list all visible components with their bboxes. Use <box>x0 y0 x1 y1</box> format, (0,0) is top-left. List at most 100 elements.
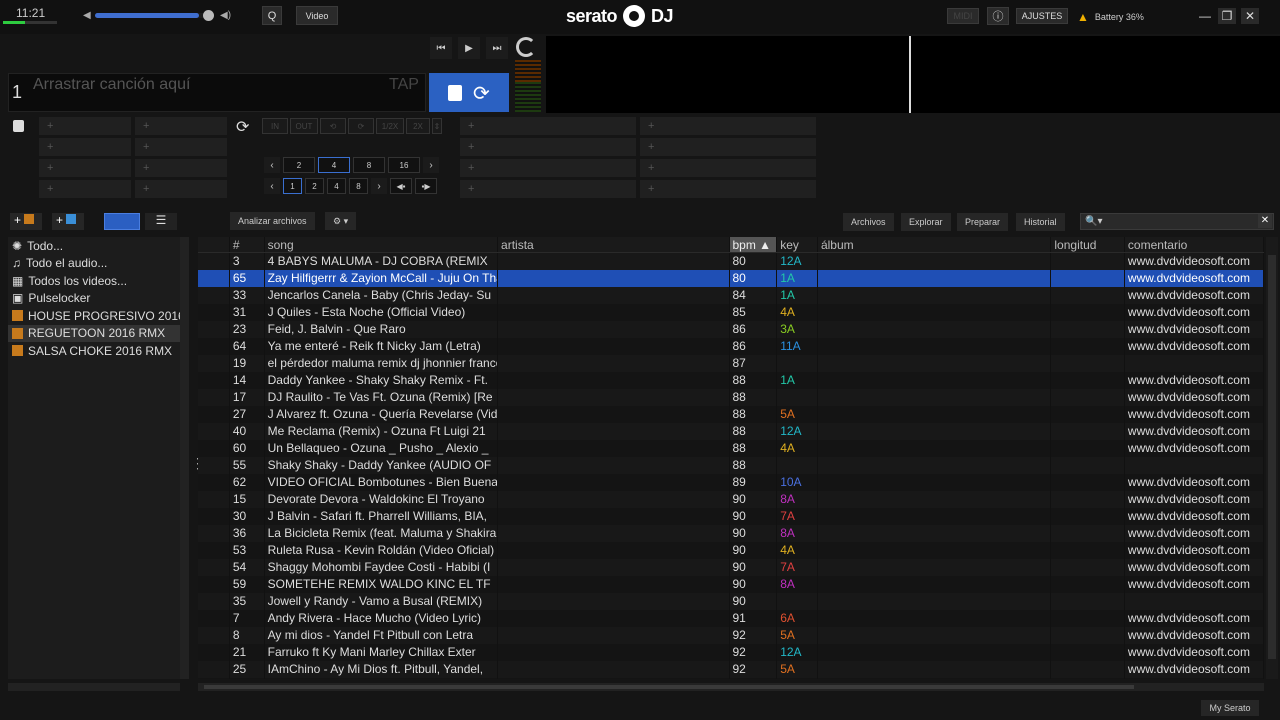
cue-slot[interactable]: + <box>39 138 131 156</box>
platter-icon[interactable] <box>516 37 536 57</box>
sampler-slot[interactable]: + <box>460 117 636 135</box>
cue-slot[interactable]: + <box>39 159 131 177</box>
beatjump-next-icon[interactable]: › <box>371 178 387 194</box>
waveform-overview[interactable] <box>546 36 1280 113</box>
sidebar-item-all-videos[interactable]: ▦ Todos los videos... <box>8 272 180 290</box>
sidebar-item-crate[interactable]: REGUETOON 2016 RMX <box>8 324 180 342</box>
minimize-button[interactable]: — <box>1196 8 1214 24</box>
sampler-slot[interactable]: + <box>640 117 816 135</box>
jump-forward-icon[interactable]: ▪▶ <box>415 178 437 194</box>
gear-icon[interactable]: ⚙ ▾ <box>325 212 357 230</box>
sync-icon[interactable]: ⟳ <box>473 81 490 106</box>
play-icon[interactable]: ▶ <box>458 37 480 59</box>
column-number[interactable]: # <box>230 237 265 252</box>
volume-up-icon[interactable]: ◀) <box>220 10 231 21</box>
files-button[interactable]: Archivos <box>843 213 894 231</box>
sidebar-item-pulselocker[interactable]: ▣ Pulselocker <box>8 290 180 308</box>
sidebar-item-all[interactable]: ✺ Todo... <box>8 237 180 255</box>
reloop-button[interactable]: ⟲ <box>320 118 346 134</box>
beatjump-button[interactable]: 1 <box>283 178 302 194</box>
table-row[interactable]: 27 J Alvarez ft. Ozuna - Quería Revelarse… <box>198 406 1264 423</box>
beatjump-button[interactable]: 2 <box>305 178 324 194</box>
close-button[interactable]: ✕ <box>1241 8 1259 24</box>
autoloop-button[interactable]: 4 <box>318 157 350 173</box>
table-row[interactable]: 8 Ay mi dios - Yandel Ft Pitbull con Letr… <box>198 627 1264 644</box>
add-crate-button[interactable]: + <box>10 213 42 230</box>
loop-half-button[interactable]: 1/2X <box>376 118 404 134</box>
beat-next-icon[interactable]: › <box>423 157 439 173</box>
beat-prev-icon[interactable]: ‹ <box>264 157 280 173</box>
table-row[interactable]: 23 Feid, J. Balvin - Que Raro 86 3A www.dvdv… <box>198 321 1264 338</box>
table-row[interactable]: 14 Daddy Yankee - Shaky Shaky Remix - Ft.… <box>198 372 1264 389</box>
history-button[interactable]: Historial <box>1016 213 1065 231</box>
my-serato-button[interactable]: My Serato <box>1201 700 1259 716</box>
table-row[interactable]: 15 Devorate Devora - Waldokinc El Troyano… <box>198 491 1264 508</box>
next-track-icon[interactable]: ⏭ <box>486 37 508 59</box>
table-row[interactable]: 25 IAmChino - Ay Mi Dios ft. Pitbull, Yan… <box>198 661 1264 678</box>
settings-button[interactable]: AJUSTES <box>1016 8 1068 24</box>
table-row[interactable]: 7 Andy Rivera - Hace Mucho (Video Lyric) 9… <box>198 610 1264 627</box>
table-row[interactable]: 41me reclama ozuna luigi 21 plus - remix… <box>198 678 1264 679</box>
search-input[interactable]: 🔍▾ <box>1080 213 1274 230</box>
table-row[interactable]: 33 Jencarlos Canela - Baby (Chris Jeday- … <box>198 287 1264 304</box>
prepare-button[interactable]: Preparar <box>957 213 1009 231</box>
column-key[interactable]: key <box>777 237 818 252</box>
sampler-slot[interactable]: + <box>640 159 816 177</box>
table-row[interactable]: 30 J Balvin - Safari ft. Pharrell William… <box>198 508 1264 525</box>
sampler-slot[interactable]: + <box>640 138 816 156</box>
sidebar-scrollbar[interactable] <box>180 237 189 679</box>
table-row[interactable]: 34 BABYS MALUMA - DJ COBRA (REMIX 80 12A ww… <box>198 253 1264 270</box>
sampler-slot[interactable]: + <box>460 159 636 177</box>
previous-track-icon[interactable]: ⏮ <box>430 37 452 59</box>
table-row[interactable]: 59 SOMETEHE REMIX WALDO KINC EL TF 90 8A www… <box>198 576 1264 593</box>
table-row[interactable]: 17 DJ Raulito - Te Vas Ft. Ozuna (Remix) … <box>198 389 1264 406</box>
table-hscroll[interactable] <box>198 683 1264 691</box>
clear-search-icon[interactable]: ✕ <box>1258 214 1272 228</box>
loop-out-button[interactable]: OUT <box>290 118 318 134</box>
column-comment[interactable]: comentario <box>1125 237 1264 252</box>
maximize-button[interactable]: ❐ <box>1218 8 1236 24</box>
cue-slot[interactable]: + <box>39 180 131 198</box>
column-album[interactable]: álbum <box>818 237 1052 252</box>
table-row[interactable]: 62 VIDEO OFICIAL Bombotunes - Bien Buena 8… <box>198 474 1264 491</box>
browse-button[interactable]: Explorar <box>901 213 951 231</box>
info-icon[interactable]: ⓘ <box>987 7 1009 25</box>
column-song[interactable]: song <box>265 237 499 252</box>
table-row[interactable]: 53 Ruleta Rusa - Kevin Roldán (Video Ofic… <box>198 542 1264 559</box>
scrollbar-thumb[interactable] <box>1268 255 1276 659</box>
sidebar-hscroll[interactable] <box>8 683 180 691</box>
table-row[interactable]: 54 Shaggy Mohombi Faydee Costi - Habibi (… <box>198 559 1264 576</box>
video-button[interactable]: Video <box>296 6 338 25</box>
serato-q-icon[interactable]: Q <box>262 6 282 25</box>
table-row[interactable]: 65 Zay Hilfigerrr & Zayion McCall - Juju … <box>198 270 1264 287</box>
tap-button[interactable]: TAP <box>389 76 419 94</box>
sidebar-item-crate[interactable]: SALSA CHOKE 2016 RMX <box>8 342 180 360</box>
table-row[interactable]: 36 La Bicicleta Remix (feat. Maluma y Sha… <box>198 525 1264 542</box>
detail-view-button[interactable]: ☰ <box>145 213 177 230</box>
sidebar-item-all-audio[interactable]: ♫ Todo el audio... <box>8 255 180 273</box>
autoloop-button[interactable]: 2 <box>283 157 315 173</box>
volume-down-icon[interactable]: ◀ <box>83 10 91 21</box>
table-row[interactable]: 60 Un Bellaqueo - Ozuna _ Pusho _ Alexio … <box>198 440 1264 457</box>
sidebar-item-crate[interactable]: HOUSE PROGRESIVO 2016 <box>8 307 180 325</box>
table-row[interactable]: 21 Farruko ft Ky Mani Marley Chillax Exte… <box>198 644 1264 661</box>
column-length[interactable]: longitud <box>1051 237 1125 252</box>
beatjump-button[interactable]: 8 <box>349 178 368 194</box>
cue-slot[interactable]: + <box>135 117 227 135</box>
jump-back-icon[interactable]: ◀▪ <box>390 178 412 194</box>
table-row[interactable]: 55 Shaky Shaky - Daddy Yankee (AUDIO OF 88 <box>198 457 1264 474</box>
autoloop-button[interactable]: 8 <box>353 157 385 173</box>
volume-slider[interactable] <box>95 10 214 21</box>
cue-icon[interactable] <box>448 85 462 101</box>
sampler-slot[interactable]: + <box>460 180 636 198</box>
column-artist[interactable]: artista <box>498 237 730 252</box>
beatjump-prev-icon[interactable]: ‹ <box>264 178 280 194</box>
midi-button[interactable]: MIDI <box>947 8 979 24</box>
list-view-button[interactable] <box>104 213 140 230</box>
table-row[interactable]: 19 el pérdedor maluma remix dj jhonnier f… <box>198 355 1264 372</box>
cue-slot[interactable]: + <box>135 138 227 156</box>
loop-in-button[interactable]: IN <box>262 118 288 134</box>
autoloop-button[interactable]: 16 <box>388 157 420 173</box>
table-row[interactable]: 64 Ya me enteré - Reik ft Nicky Jam (Letr… <box>198 338 1264 355</box>
table-row[interactable]: 31 J Quiles - Esta Noche (Official Video)… <box>198 304 1264 321</box>
